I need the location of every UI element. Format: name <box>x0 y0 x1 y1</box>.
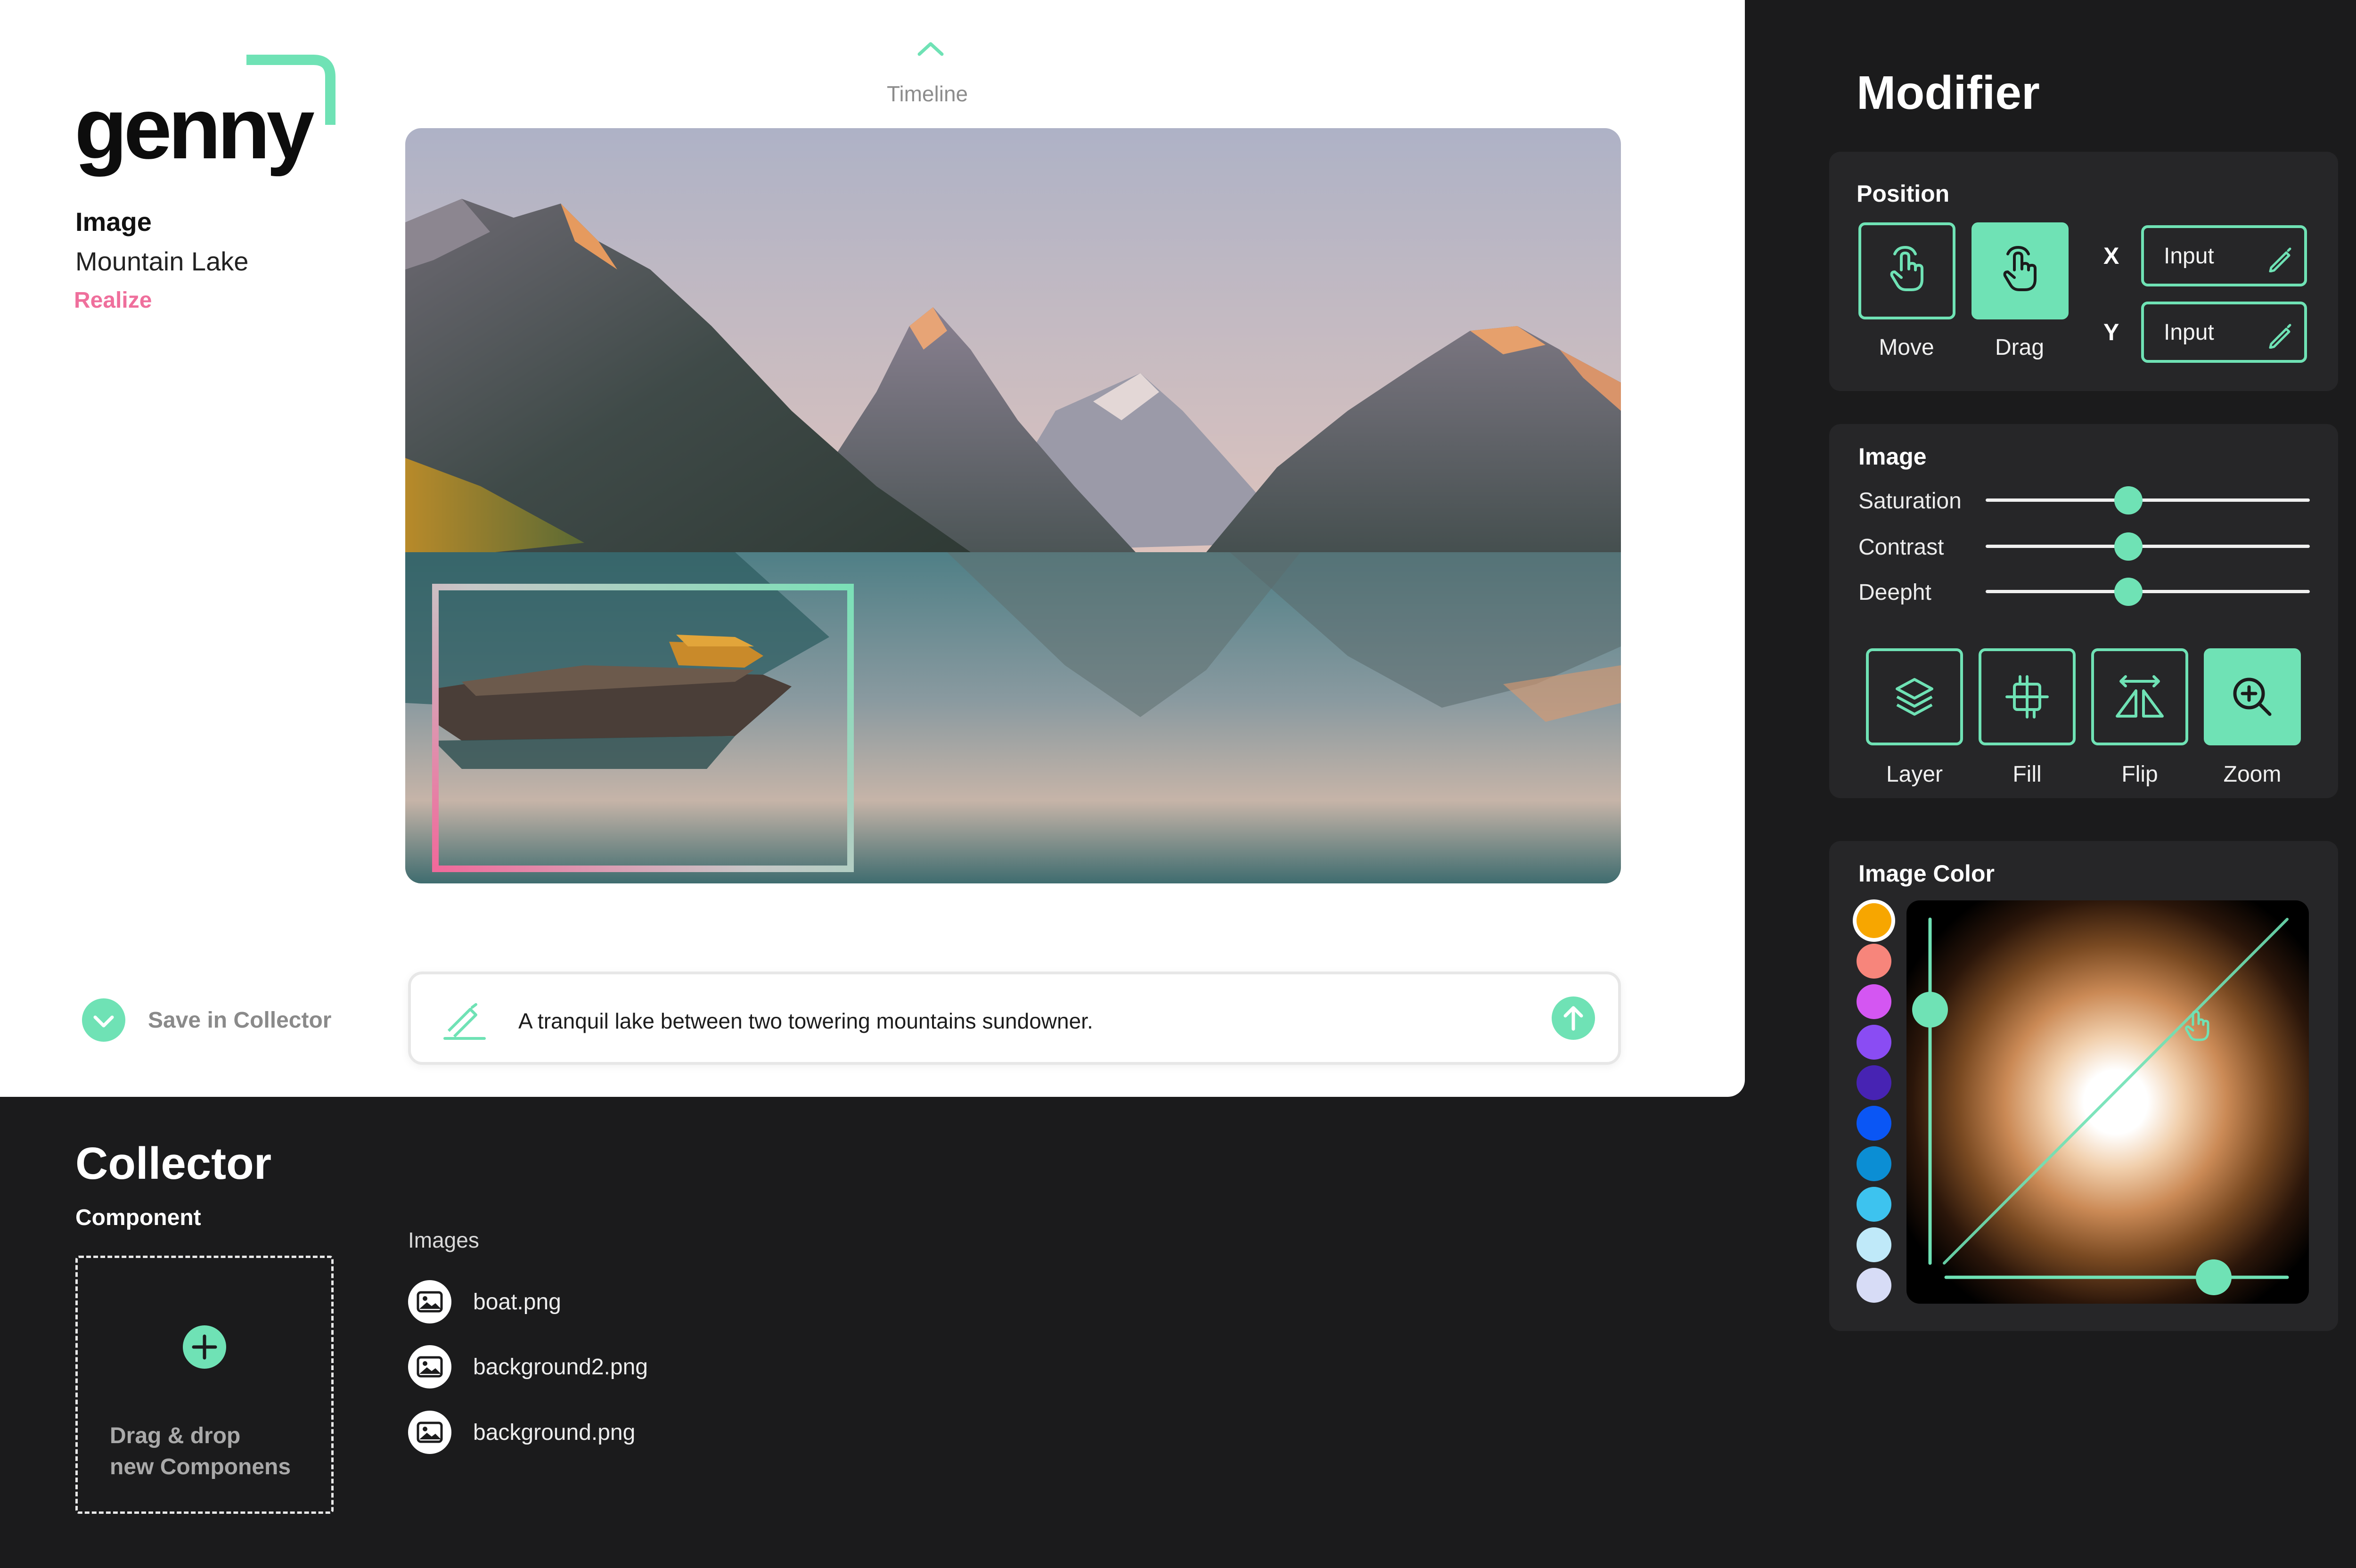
color-swatch[interactable] <box>1857 1227 1891 1262</box>
color-swatch[interactable] <box>1857 1146 1891 1181</box>
image-file-icon <box>408 1280 451 1323</box>
component-label: Component <box>75 1205 201 1230</box>
saturation-thumb[interactable] <box>2114 486 2143 514</box>
hand-tap-icon <box>1890 245 1923 291</box>
dropzone-text: Drag & drop new Componens <box>110 1421 291 1483</box>
deepht-label: Deepht <box>1858 580 1931 605</box>
contrast-thumb[interactable] <box>2114 532 2143 561</box>
vertical-handle[interactable] <box>1912 992 1948 1028</box>
images-label: Images <box>408 1228 479 1252</box>
drag-label: Drag <box>1995 335 2045 360</box>
deepht-thumb[interactable] <box>2114 578 2143 606</box>
save-check-icon[interactable] <box>81 997 126 1043</box>
position-card: Position Move Drag X Input Y Input <box>1829 152 2338 391</box>
color-swatch[interactable] <box>1857 1106 1891 1141</box>
color-swatch[interactable] <box>1857 984 1891 1019</box>
saturation-label: Saturation <box>1858 489 1962 514</box>
fill-button[interactable] <box>1979 648 2076 745</box>
image-color-title: Image Color <box>1858 860 1995 887</box>
flip-icon <box>2116 675 2164 718</box>
saturation-slider[interactable] <box>1986 486 2310 514</box>
image-title: Image <box>1858 443 1927 470</box>
zoom-icon <box>2233 678 2272 716</box>
prompt-text[interactable]: A tranquil lake between two towering mou… <box>518 1008 1093 1034</box>
send-arrow-icon[interactable] <box>1551 996 1595 1040</box>
dropzone-line-1: Drag & drop <box>110 1423 241 1448</box>
pencil-icon[interactable] <box>2266 321 2294 349</box>
fill-label: Fill <box>2012 762 2042 787</box>
move-button[interactable] <box>1858 222 1955 319</box>
color-curve-field[interactable] <box>1906 900 2309 1304</box>
logo-bracket-icon <box>246 55 335 125</box>
drag-button[interactable] <box>1972 222 2069 319</box>
modifier-title: Modifier <box>1857 66 2040 119</box>
component-dropzone[interactable]: Drag & drop new Componens <box>75 1256 334 1514</box>
image-file-icon <box>408 1345 451 1388</box>
color-swatch[interactable] <box>1857 944 1891 979</box>
y-input-placeholder: Input <box>2164 319 2214 345</box>
collector-title: Collector <box>75 1138 272 1189</box>
y-input[interactable]: Input <box>2141 302 2307 363</box>
x-input-placeholder: Input <box>2164 243 2214 269</box>
file-item-boat[interactable]: boat.png <box>408 1280 561 1323</box>
crop-icon <box>2005 675 2049 719</box>
horizontal-handle[interactable] <box>2196 1259 2232 1295</box>
image-color-card: Image Color <box>1829 841 2338 1331</box>
file-item-background2[interactable]: background2.png <box>408 1345 648 1388</box>
zoom-button[interactable] <box>2204 648 2301 745</box>
selection-box[interactable] <box>432 584 854 872</box>
flip-button[interactable] <box>2091 648 2188 745</box>
plus-icon[interactable] <box>182 1325 227 1369</box>
layer-label: Layer <box>1886 762 1943 787</box>
color-swatch[interactable] <box>1857 1025 1891 1060</box>
file-name: background2.png <box>473 1354 648 1380</box>
dropzone-line-2: new Componens <box>110 1454 291 1479</box>
pencil-icon[interactable] <box>2266 245 2294 272</box>
image-card: Image Saturation Contrast Deepht Layer F… <box>1829 424 2338 798</box>
flip-label: Flip <box>2121 762 2158 787</box>
move-label: Move <box>1879 335 1934 360</box>
save-in-collector-button[interactable]: Save in Collector <box>148 1007 331 1033</box>
file-item-background[interactable]: background.png <box>408 1411 635 1454</box>
y-axis-label: Y <box>2103 319 2119 345</box>
layers-icon <box>1896 678 1933 716</box>
x-axis-label: X <box>2103 243 2119 269</box>
prompt-input[interactable]: A tranquil lake between two towering mou… <box>408 972 1621 1065</box>
main-canvas: genny Image Mountain Lake Realize Timeli… <box>0 0 1745 1097</box>
timeline-label[interactable]: Timeline <box>887 81 968 106</box>
layer-button[interactable] <box>1866 648 1963 745</box>
project-name: Mountain Lake <box>75 246 249 276</box>
position-title: Position <box>1857 180 1950 207</box>
color-swatch[interactable] <box>1857 1187 1891 1222</box>
color-swatch[interactable] <box>1857 1268 1891 1303</box>
pencil-icon <box>443 1003 486 1040</box>
zoom-label: Zoom <box>2223 762 2282 787</box>
file-name: boat.png <box>473 1289 561 1315</box>
contrast-slider[interactable] <box>1986 532 2310 561</box>
color-swatch[interactable] <box>1857 903 1891 938</box>
realize-link[interactable]: Realize <box>74 287 152 313</box>
deepht-slider[interactable] <box>1986 578 2310 606</box>
project-type: Image <box>75 207 152 237</box>
chevron-up-icon[interactable] <box>916 40 945 57</box>
image-file-icon <box>408 1411 451 1454</box>
color-swatch[interactable] <box>1857 1065 1891 1100</box>
file-name: background.png <box>473 1420 636 1445</box>
hand-drag-icon <box>2003 245 2037 291</box>
contrast-label: Contrast <box>1858 535 1944 560</box>
x-input[interactable]: Input <box>2141 225 2307 286</box>
